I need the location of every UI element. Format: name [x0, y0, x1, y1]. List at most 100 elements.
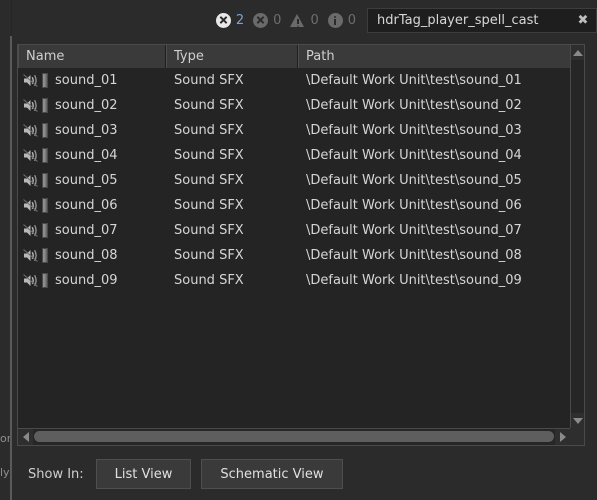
horizontal-scrollbar-thumb[interactable] [34, 431, 554, 442]
color-swatch [42, 173, 48, 188]
cell-path: \Default Work Unit\test\sound_05 [306, 173, 522, 188]
color-swatch [42, 123, 48, 138]
warning-count-value: 0 [310, 12, 319, 28]
cell-name-label: sound_07 [55, 223, 118, 238]
cell-path: \Default Work Unit\test\sound_01 [306, 73, 522, 88]
color-swatch [42, 98, 48, 113]
cell-name-label: sound_02 [55, 98, 118, 113]
cell-name-label: sound_05 [55, 173, 118, 188]
sound-sfx-icon [22, 98, 39, 113]
search-input[interactable]: hdrTag_player_spell_cast [368, 13, 570, 28]
info-count-value: 0 [347, 12, 356, 28]
cell-name-label: sound_09 [55, 273, 118, 288]
color-swatch [42, 248, 48, 263]
sound-sfx-icon [22, 273, 39, 288]
vertical-scrollbar-track[interactable] [571, 60, 584, 413]
cell-path: \Default Work Unit\test\sound_09 [306, 273, 522, 288]
cell-type: Sound SFX [174, 98, 244, 113]
show-in-label: Show In: [28, 466, 84, 482]
column-header-type[interactable]: Type [166, 45, 298, 68]
cell-path: \Default Work Unit\test\sound_02 [306, 98, 522, 113]
cell-name-label: sound_01 [55, 73, 118, 88]
cell-type: Sound SFX [174, 248, 244, 263]
info-circle-icon [327, 12, 343, 28]
cell-type: Sound SFX [174, 73, 244, 88]
error-count-value: 2 [235, 12, 245, 28]
column-header-name[interactable]: Name [18, 45, 166, 68]
sound-sfx-icon [22, 223, 39, 238]
search-field[interactable]: hdrTag_player_spell_cast ✖ [367, 8, 597, 33]
cell-path: \Default Work Unit\test\sound_03 [306, 123, 522, 138]
cell-name: sound_05 [18, 168, 166, 193]
error-count[interactable]: 2 [215, 12, 245, 28]
error-filled-icon [215, 12, 231, 28]
cell-type: Sound SFX [174, 273, 244, 288]
warning-x-count-value: 0 [273, 12, 282, 28]
scrollbar-corner [570, 428, 584, 445]
table-row[interactable]: sound_06 Sound SFX \Default Work Unit\test… [18, 193, 570, 218]
scroll-right-arrow-icon[interactable] [555, 429, 570, 445]
search-results-panel: 2000 hdrTag_player_spell_cast ✖ Name Typ… [12, 0, 597, 500]
bottom-bar: Show In: List View Schematic View [12, 448, 597, 500]
color-swatch [42, 73, 48, 88]
sound-sfx-icon [22, 73, 39, 88]
cell-type: Sound SFX [174, 223, 244, 238]
column-header-path[interactable]: Path [298, 45, 570, 68]
cell-path: \Default Work Unit\test\sound_06 [306, 198, 522, 213]
error-muted-icon [253, 12, 269, 28]
warning-count[interactable]: 0 [290, 12, 319, 28]
info-count[interactable]: 0 [327, 12, 356, 28]
warning-triangle-icon [290, 13, 305, 28]
cell-path: \Default Work Unit\test\sound_07 [306, 223, 522, 238]
sound-sfx-icon [22, 148, 39, 163]
sound-sfx-icon [22, 198, 39, 213]
cell-name: sound_07 [18, 218, 166, 243]
scroll-left-arrow-icon[interactable] [18, 429, 33, 445]
toolbar: 2000 hdrTag_player_spell_cast ✖ [12, 0, 597, 40]
table-row[interactable]: sound_03 Sound SFX \Default Work Unit\test… [18, 118, 570, 143]
cell-name: sound_03 [18, 118, 166, 143]
list-header-row: Name Type Path [18, 45, 570, 68]
sound-sfx-icon [22, 173, 39, 188]
cell-type: Sound SFX [174, 123, 244, 138]
scroll-up-arrow-icon[interactable] [571, 45, 584, 60]
cell-name-label: sound_04 [55, 148, 118, 163]
table-row[interactable]: sound_05 Sound SFX \Default Work Unit\test… [18, 168, 570, 193]
results-list: Name Type Path sound_01 Sound SFX \Default… [17, 44, 585, 446]
table-row[interactable]: sound_02 Sound SFX \Default Work Unit\test… [18, 93, 570, 118]
cell-type: Sound SFX [174, 148, 244, 163]
cell-type: Sound SFX [174, 198, 244, 213]
table-row[interactable]: sound_04 Sound SFX \Default Work Unit\test… [18, 143, 570, 168]
cell-name: sound_06 [18, 193, 166, 218]
warning-x-count[interactable]: 0 [253, 12, 282, 28]
cell-path: \Default Work Unit\test\sound_04 [306, 148, 522, 163]
table-row[interactable]: sound_08 Sound SFX \Default Work Unit\test… [18, 243, 570, 268]
color-swatch [42, 273, 48, 288]
list-rows: sound_01 Sound SFX \Default Work Unit\test… [18, 68, 570, 428]
horizontal-scrollbar-track[interactable] [33, 429, 555, 445]
cell-name: sound_01 [18, 68, 166, 93]
schematic-view-button[interactable]: Schematic View [201, 459, 343, 489]
cell-type: Sound SFX [174, 173, 244, 188]
table-row[interactable]: sound_07 Sound SFX \Default Work Unit\test… [18, 218, 570, 243]
status-counters: 2000 [207, 0, 356, 40]
color-swatch [42, 223, 48, 238]
table-row[interactable]: sound_01 Sound SFX \Default Work Unit\test… [18, 68, 570, 93]
cell-name-label: sound_03 [55, 123, 118, 138]
vertical-scrollbar[interactable] [570, 45, 584, 428]
close-icon[interactable]: ✖ [570, 9, 596, 32]
cell-name-label: sound_08 [55, 248, 118, 263]
list-view-button[interactable]: List View [95, 459, 192, 489]
sound-sfx-icon [22, 123, 39, 138]
color-swatch [42, 198, 48, 213]
cell-name: sound_08 [18, 243, 166, 268]
sound-sfx-icon [22, 248, 39, 263]
cell-name-label: sound_06 [55, 198, 118, 213]
cell-name: sound_09 [18, 268, 166, 293]
color-swatch [42, 148, 48, 163]
table-row[interactable]: sound_09 Sound SFX \Default Work Unit\test… [18, 268, 570, 293]
horizontal-scrollbar[interactable] [18, 428, 570, 445]
cell-name: sound_02 [18, 93, 166, 118]
scroll-down-arrow-icon[interactable] [571, 413, 584, 428]
cell-path: \Default Work Unit\test\sound_08 [306, 248, 522, 263]
